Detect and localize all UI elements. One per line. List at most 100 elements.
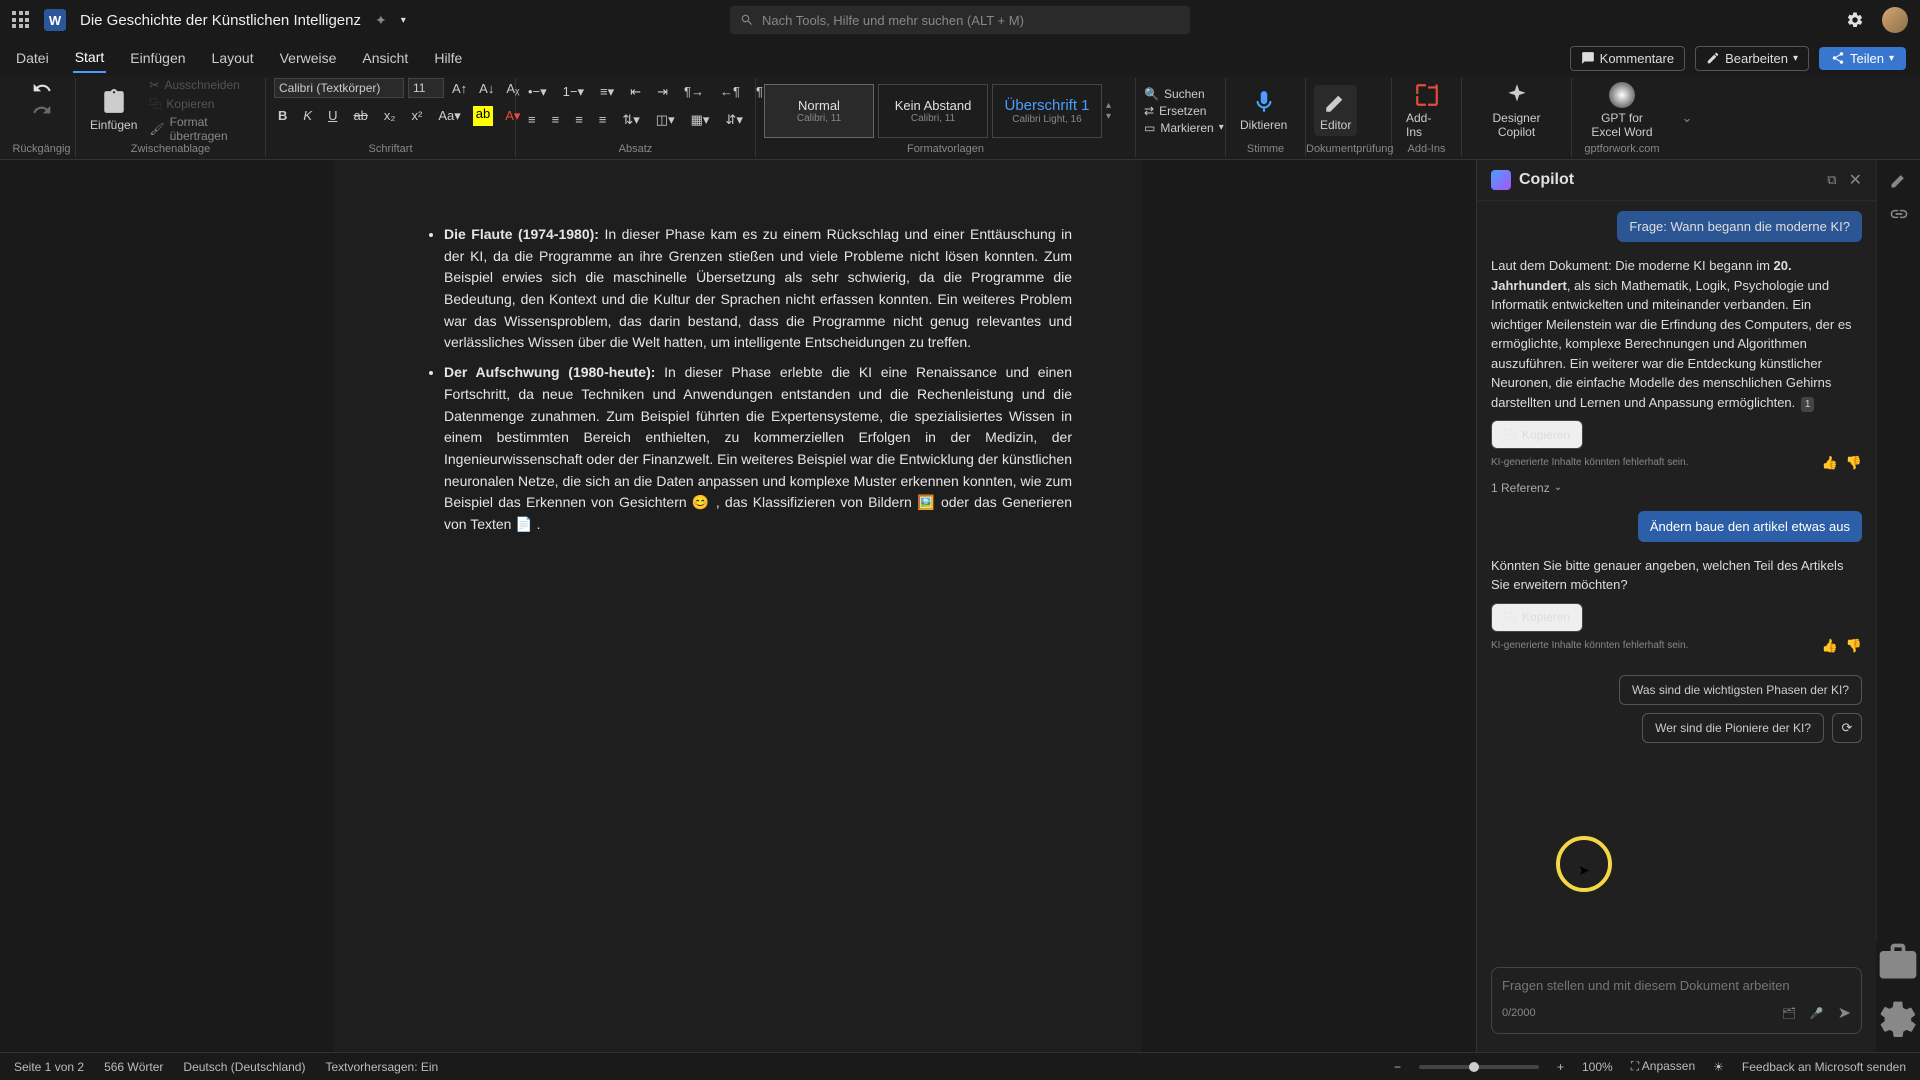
superscript-button[interactable]: x²: [407, 106, 426, 126]
multilevel-button[interactable]: ≡▾: [596, 82, 618, 102]
font-family-select[interactable]: [274, 78, 404, 98]
thumbs-up-icon[interactable]: 👍: [1822, 453, 1838, 473]
justify-button[interactable]: ≡: [595, 110, 611, 130]
tab-layout[interactable]: Layout: [210, 44, 256, 72]
borders-button[interactable]: ▦▾: [687, 110, 714, 130]
find-button[interactable]: 🔍Suchen: [1144, 87, 1205, 101]
redo-icon[interactable]: [32, 100, 52, 120]
sort-button[interactable]: ⇵▾: [721, 110, 746, 130]
ribbon-collapse-icon[interactable]: ⌄: [1672, 78, 1702, 157]
user-avatar[interactable]: [1882, 7, 1908, 33]
zoom-out-icon[interactable]: −: [1394, 1060, 1401, 1074]
share-button[interactable]: Teilen ▾: [1819, 47, 1906, 70]
text-predictions[interactable]: Textvorhersagen: Ein: [325, 1060, 438, 1074]
shrink-font-icon[interactable]: A↓: [475, 79, 498, 98]
brightness-icon[interactable]: ☀: [1713, 1060, 1724, 1074]
tab-start[interactable]: Start: [73, 43, 107, 73]
underline-button[interactable]: U: [324, 106, 341, 126]
attach-icon[interactable]: 🗂: [1782, 1007, 1796, 1020]
send-icon[interactable]: ➤: [1838, 1003, 1851, 1023]
styles-group-label: Formatvorlagen: [756, 143, 1135, 155]
comments-button[interactable]: Kommentare: [1570, 46, 1685, 71]
edit-label: Bearbeiten: [1725, 51, 1788, 66]
reference-toggle[interactable]: 1 Referenz⌄: [1491, 479, 1862, 497]
numbering-button[interactable]: 1−▾: [559, 82, 588, 102]
thumbs-down-icon[interactable]: 👎: [1846, 453, 1862, 473]
thumbs-down-icon[interactable]: 👎: [1846, 636, 1862, 656]
style-normal[interactable]: NormalCalibri, 11: [764, 84, 874, 138]
search-input[interactable]: Nach Tools, Hilfe und mehr suchen (ALT +…: [730, 6, 1190, 34]
mic-icon[interactable]: 🎤: [1810, 1007, 1824, 1020]
brush-icon: 🖌: [149, 122, 164, 136]
gpt-button[interactable]: GPT for Excel Word: [1580, 78, 1664, 143]
designer-button[interactable]: Designer Copilot: [1470, 78, 1563, 143]
align-center-button[interactable]: ≡: [548, 110, 564, 130]
popout-icon[interactable]: ⧉: [1827, 172, 1836, 188]
grow-font-icon[interactable]: A↑: [448, 79, 471, 98]
font-size-select[interactable]: [408, 78, 444, 98]
thumbs-up-icon[interactable]: 👍: [1822, 636, 1838, 656]
tab-verweise[interactable]: Verweise: [278, 44, 339, 72]
copy-button[interactable]: ⿻Kopieren: [1491, 420, 1583, 449]
format-painter-button[interactable]: 🖌Format übertragen: [149, 115, 257, 143]
subscript-button[interactable]: x₂: [380, 106, 400, 126]
line-spacing-button[interactable]: ⇅▾: [618, 110, 643, 130]
editor-button[interactable]: Editor: [1314, 85, 1357, 136]
copilot-input-container: 0/2000 🗂 🎤 ➤: [1491, 967, 1862, 1034]
tab-datei[interactable]: Datei: [14, 44, 51, 72]
copy-button[interactable]: ⿻Kopieren: [149, 95, 214, 112]
toolbox-icon[interactable]: [1876, 940, 1920, 984]
page-indicator[interactable]: Seite 1 von 2: [14, 1060, 84, 1074]
style-kein-abstand[interactable]: Kein AbstandCalibri, 11: [878, 84, 988, 138]
replace-button[interactable]: ⇄Ersetzen: [1144, 104, 1206, 118]
highlight-button[interactable]: ab: [473, 106, 493, 126]
suggestion-pill[interactable]: Wer sind die Pioniere der KI?: [1642, 713, 1824, 743]
settings-rail-icon[interactable]: [1876, 998, 1920, 1042]
align-left-button[interactable]: ≡: [524, 110, 540, 130]
ltr-button[interactable]: ¶→: [680, 82, 708, 102]
indent-left-button[interactable]: ⇤: [626, 82, 645, 102]
copy-button[interactable]: ⿻Kopieren: [1491, 603, 1583, 632]
zoom-slider[interactable]: [1419, 1065, 1539, 1069]
refresh-suggestions-button[interactable]: ⟳: [1832, 713, 1862, 743]
align-right-button[interactable]: ≡: [571, 110, 587, 130]
addins-button[interactable]: Add-Ins: [1400, 78, 1453, 143]
settings-icon[interactable]: [1846, 11, 1864, 29]
select-button[interactable]: ▭Markieren▾: [1144, 121, 1224, 135]
citation-badge[interactable]: 1: [1801, 397, 1815, 412]
styles-expand[interactable]: ▴▾: [1106, 100, 1111, 122]
zoom-in-icon[interactable]: +: [1557, 1060, 1564, 1074]
paste-button[interactable]: Einfügen: [84, 85, 143, 136]
document-area[interactable]: Die Flaute (1974-1980): In dieser Phase …: [0, 160, 1476, 1052]
style-heading1[interactable]: Überschrift 1Calibri Light, 16: [992, 84, 1102, 138]
link-rail-icon[interactable]: [1889, 204, 1909, 224]
fit-button[interactable]: ⛶ Anpassen: [1631, 1059, 1695, 1074]
tab-ansicht[interactable]: Ansicht: [360, 44, 410, 72]
edit-dropdown[interactable]: Bearbeiten ▾: [1695, 46, 1809, 71]
app-launcher-icon[interactable]: [12, 11, 30, 29]
feedback-link[interactable]: Feedback an Microsoft senden: [1742, 1060, 1906, 1074]
tab-hilfe[interactable]: Hilfe: [432, 44, 464, 72]
tab-einfuegen[interactable]: Einfügen: [128, 44, 187, 72]
copilot-input[interactable]: [1502, 978, 1851, 993]
shading-button[interactable]: ◫▾: [652, 110, 679, 130]
suggestion-pill[interactable]: Was sind die wichtigsten Phasen der KI?: [1619, 675, 1862, 705]
bold-button[interactable]: B: [274, 106, 291, 126]
language-indicator[interactable]: Deutsch (Deutschland): [183, 1060, 305, 1074]
strikethrough-button[interactable]: ab: [349, 106, 371, 126]
case-button[interactable]: Aa▾: [434, 106, 464, 126]
title-dropdown-icon[interactable]: ▾: [401, 15, 406, 26]
cut-button[interactable]: ✂Ausschneiden: [149, 78, 239, 92]
italic-button[interactable]: K: [299, 106, 316, 126]
dictate-button[interactable]: Diktieren: [1234, 85, 1293, 136]
user-message: Ändern baue den artikel etwas aus: [1638, 511, 1862, 542]
rtl-button[interactable]: ←¶: [716, 82, 744, 102]
close-icon[interactable]: ✕: [1849, 170, 1862, 190]
indent-right-button[interactable]: ⇥: [653, 82, 672, 102]
zoom-level[interactable]: 100%: [1582, 1060, 1613, 1074]
word-count[interactable]: 566 Wörter: [104, 1060, 163, 1074]
bullets-button[interactable]: •−▾: [524, 82, 551, 102]
document-title[interactable]: Die Geschichte der Künstlichen Intellige…: [80, 12, 361, 29]
undo-icon[interactable]: [32, 78, 52, 98]
edit-rail-icon[interactable]: [1889, 170, 1909, 190]
